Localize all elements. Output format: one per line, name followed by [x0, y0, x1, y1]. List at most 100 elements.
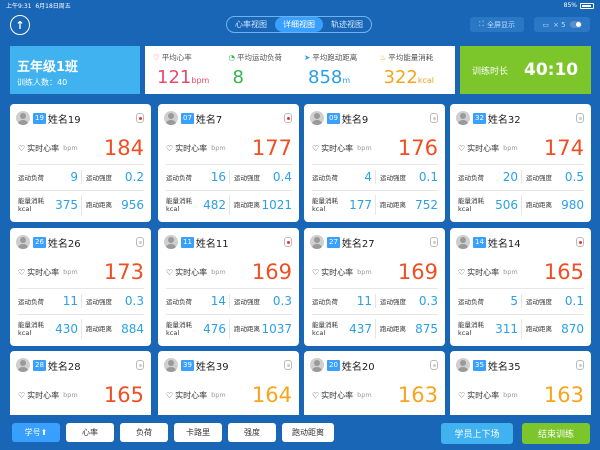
- student-name: 姓名20: [341, 361, 375, 373]
- student-card[interactable]: 14 姓名14 ♡ 实时心率 bpm 165 运动负荷 5 运动强度 0.1 能量消耗 kcal 311…: [450, 228, 591, 346]
- energy-distance-row: 能量消耗 kcal 506 跑动距离 980: [458, 195, 584, 215]
- student-card[interactable]: 19 姓名19 ♡ 实时心率 bpm 184 运动负荷 9 运动强度 0.2 能量消耗 kcal 375…: [10, 104, 151, 222]
- upload-icon[interactable]: ↑: [10, 15, 30, 35]
- screen-count: × 5: [553, 20, 566, 29]
- hr-label: 实时心率: [321, 390, 354, 400]
- heart-icon: ♡: [458, 267, 466, 277]
- hr-value: 173: [103, 260, 144, 284]
- distance-label: 跑动距离: [234, 325, 260, 333]
- sort-button[interactable]: 跑动距离: [282, 423, 334, 442]
- hr-unit: bpm: [63, 391, 78, 399]
- gauge-icon: ◔: [228, 53, 236, 62]
- student-name: 姓名7: [195, 114, 223, 126]
- avatar-icon: [456, 235, 470, 249]
- student-card[interactable]: 11 姓名11 ♡ 实时心率 bpm 169 运动负荷 14 运动强度 0.3 能量消耗 kcal 47…: [158, 228, 299, 346]
- monitor-icon: ▭: [542, 20, 550, 29]
- load-intensity-row: 运动负荷 4 运动强度 0.1: [312, 170, 438, 184]
- hr-label: 实时心率: [27, 390, 60, 400]
- stat-avg-hr-value: 121: [157, 67, 192, 88]
- hr-unit: bpm: [211, 144, 226, 152]
- training-time-value: 40:10: [524, 60, 579, 80]
- fullscreen-button[interactable]: ⛶ 全屏显示: [470, 17, 524, 32]
- load-label: 运动负荷: [18, 298, 44, 306]
- sort-button[interactable]: 学号⬆: [12, 423, 60, 442]
- distance-value: 752: [415, 198, 438, 212]
- load-value: 14: [210, 294, 226, 308]
- swap-players-button[interactable]: 学员上下场: [441, 423, 513, 444]
- view-switcher: 心率视图 详细视图 轨迹视图: [226, 16, 372, 33]
- card-header: 27 姓名27: [310, 234, 375, 250]
- stat-avg-energy-label: 平均能量消耗: [388, 53, 434, 62]
- hr-label: 实时心率: [467, 143, 500, 153]
- avatar-icon: [456, 358, 470, 372]
- heart-icon: ♡: [18, 267, 26, 277]
- divider: [458, 164, 584, 165]
- divider: [18, 190, 144, 191]
- student-card[interactable]: 07 姓名7 ♡ 实时心率 bpm 177 运动负荷 16 运动强度 0.4 能量消耗 kcal 482…: [158, 104, 299, 222]
- energy-label: 能量消耗: [166, 197, 192, 205]
- student-card[interactable]: 32 姓名32 ♡ 实时心率 bpm 174 运动负荷 20 运动强度 0.5 能量消耗 kcal 50…: [450, 104, 591, 222]
- status-date: 6月18日周五: [35, 3, 71, 10]
- hr-label: 实时心率: [321, 143, 354, 153]
- energy-unit: kcal: [458, 205, 472, 213]
- student-number: 39: [181, 359, 194, 371]
- distance-value: 980: [561, 198, 584, 212]
- distance-value: 1037: [261, 322, 292, 336]
- distance-value: 1021: [261, 198, 292, 212]
- sort-button[interactable]: 卡路里: [174, 423, 222, 442]
- student-number: 26: [33, 236, 46, 248]
- load-value: 16: [210, 170, 226, 184]
- load-label: 运动负荷: [458, 298, 484, 306]
- intensity-value: 0.1: [564, 294, 584, 308]
- tab-heart-rate-view[interactable]: 心率视图: [227, 17, 275, 32]
- screen-toggle[interactable]: [569, 21, 582, 28]
- end-training-button[interactable]: 结束训练: [522, 423, 590, 444]
- energy-value: 375: [55, 198, 78, 212]
- sort-button[interactable]: 强度: [228, 423, 276, 442]
- tab-track-view[interactable]: 轨迹视图: [323, 17, 371, 32]
- screen-cast-control[interactable]: ▭ × 5: [534, 17, 590, 32]
- divider: [166, 314, 292, 315]
- student-card[interactable]: 27 姓名27 ♡ 实时心率 bpm 169 运动负荷 11 运动强度 0.3 能量消耗 kcal 43…: [304, 228, 445, 346]
- divider: [18, 164, 144, 165]
- stat-avg-energy: ♨ 平均能量消耗 322kcal: [380, 52, 456, 88]
- divider: [166, 164, 292, 165]
- device-status-icon: [576, 360, 584, 370]
- sort-button[interactable]: 心率: [66, 423, 114, 442]
- avatar-icon: [16, 235, 30, 249]
- student-name: 姓名28: [47, 361, 81, 373]
- load-value: 20: [502, 170, 518, 184]
- student-card[interactable]: 26 姓名26 ♡ 实时心率 bpm 173 运动负荷 11 运动强度 0.3 能量消耗 kcal 43…: [10, 228, 151, 346]
- student-number: 09: [327, 112, 340, 124]
- energy-value: 506: [495, 198, 518, 212]
- load-value: 4: [364, 170, 372, 184]
- intensity-value: 0.4: [272, 170, 292, 184]
- sort-button[interactable]: 负荷: [120, 423, 168, 442]
- energy-unit: kcal: [166, 329, 180, 337]
- divider: [18, 288, 144, 289]
- avatar-icon: [456, 111, 470, 125]
- hr-label: 实时心率: [175, 143, 208, 153]
- heart-icon: ♡: [166, 390, 174, 400]
- energy-unit: kcal: [18, 205, 32, 213]
- energy-value: 430: [55, 322, 78, 336]
- status-time-date: 上午9:31 6月18日周五: [6, 1, 71, 10]
- student-name: 姓名32: [487, 114, 521, 126]
- tab-detail-view[interactable]: 详细视图: [275, 17, 323, 32]
- hr-unit: bpm: [503, 144, 518, 152]
- intensity-value: 0.1: [418, 170, 438, 184]
- device-status-icon: [136, 113, 144, 123]
- energy-value: 482: [203, 198, 226, 212]
- realtime-hr-row: ♡ 实时心率 bpm 164: [166, 382, 292, 408]
- heart-icon: ♡: [312, 143, 320, 153]
- intensity-label: 运动强度: [234, 174, 260, 182]
- stat-avg-load-label: 平均运动负荷: [237, 53, 283, 62]
- fullscreen-label: 全屏显示: [486, 20, 515, 29]
- top-bar: ↑ 心率视图 详细视图 轨迹视图 ⛶ 全屏显示 ▭ × 5: [0, 11, 600, 41]
- student-number: 11: [181, 236, 194, 248]
- avatar-icon: [164, 111, 178, 125]
- divider: [312, 314, 438, 315]
- device-status-icon: [430, 360, 438, 370]
- student-card[interactable]: 09 姓名9 ♡ 实时心率 bpm 176 运动负荷 4 运动强度 0.1 能量消耗 kcal 177 跑…: [304, 104, 445, 222]
- hr-label: 实时心率: [27, 267, 60, 277]
